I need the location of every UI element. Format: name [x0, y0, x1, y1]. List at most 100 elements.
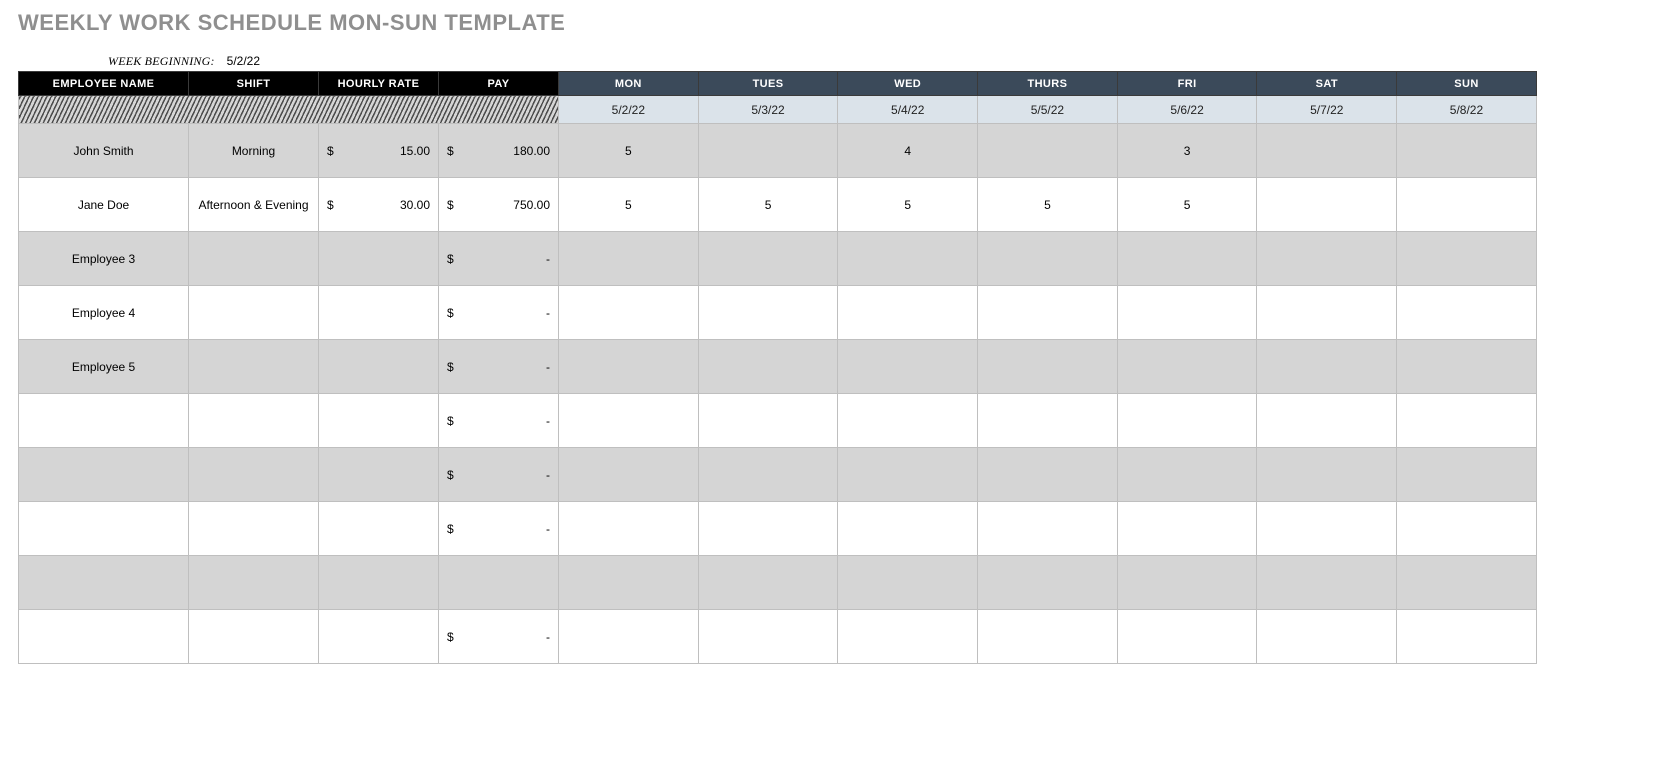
cell-hourly-rate[interactable]: $15.00	[319, 124, 439, 178]
cell-hours-day6[interactable]	[1397, 610, 1537, 664]
cell-hours-day3[interactable]	[978, 124, 1118, 178]
cell-hours-day3[interactable]	[978, 232, 1118, 286]
cell-hours-day0[interactable]	[559, 502, 699, 556]
cell-hours-day0[interactable]	[559, 556, 699, 610]
cell-employee-name[interactable]: Jane Doe	[19, 178, 189, 232]
cell-hourly-rate[interactable]	[319, 610, 439, 664]
cell-hours-day2[interactable]	[838, 340, 978, 394]
cell-employee-name[interactable]	[19, 394, 189, 448]
cell-hours-day1[interactable]	[698, 124, 838, 178]
cell-hours-day5[interactable]	[1257, 448, 1397, 502]
cell-hours-day5[interactable]	[1257, 340, 1397, 394]
cell-hours-day0[interactable]: 5	[559, 178, 699, 232]
cell-hourly-rate[interactable]	[319, 502, 439, 556]
cell-hours-day6[interactable]	[1397, 394, 1537, 448]
cell-hourly-rate[interactable]	[319, 556, 439, 610]
cell-pay[interactable]: $-	[439, 610, 559, 664]
cell-hours-day5[interactable]	[1257, 286, 1397, 340]
cell-hours-day6[interactable]	[1397, 178, 1537, 232]
cell-hours-day0[interactable]	[559, 232, 699, 286]
cell-hours-day3[interactable]	[978, 340, 1118, 394]
cell-pay[interactable]: $-	[439, 232, 559, 286]
cell-pay[interactable]: $-	[439, 448, 559, 502]
cell-hours-day6[interactable]	[1397, 232, 1537, 286]
cell-hours-day4[interactable]	[1117, 286, 1257, 340]
cell-hourly-rate[interactable]	[319, 232, 439, 286]
cell-hours-day4[interactable]	[1117, 502, 1257, 556]
cell-pay[interactable]: $-	[439, 502, 559, 556]
cell-hours-day6[interactable]	[1397, 502, 1537, 556]
cell-hours-day5[interactable]	[1257, 124, 1397, 178]
cell-hours-day3[interactable]	[978, 394, 1118, 448]
cell-hours-day3[interactable]	[978, 502, 1118, 556]
cell-hours-day1[interactable]	[698, 232, 838, 286]
cell-employee-name[interactable]: Employee 5	[19, 340, 189, 394]
cell-employee-name[interactable]: John Smith	[19, 124, 189, 178]
cell-hours-day5[interactable]	[1257, 556, 1397, 610]
cell-hours-day2[interactable]	[838, 286, 978, 340]
cell-shift[interactable]	[189, 232, 319, 286]
cell-hours-day6[interactable]	[1397, 340, 1537, 394]
cell-hours-day2[interactable]: 5	[838, 178, 978, 232]
week-beginning-value[interactable]: 5/2/22	[227, 54, 260, 68]
cell-hourly-rate[interactable]	[319, 394, 439, 448]
cell-employee-name[interactable]	[19, 502, 189, 556]
cell-hours-day3[interactable]: 5	[978, 178, 1118, 232]
cell-shift[interactable]	[189, 286, 319, 340]
cell-hours-day2[interactable]: 4	[838, 124, 978, 178]
cell-hours-day2[interactable]	[838, 448, 978, 502]
cell-hours-day1[interactable]	[698, 286, 838, 340]
cell-hours-day2[interactable]	[838, 502, 978, 556]
cell-hours-day5[interactable]	[1257, 232, 1397, 286]
cell-shift[interactable]	[189, 394, 319, 448]
cell-shift[interactable]	[189, 610, 319, 664]
cell-employee-name[interactable]	[19, 556, 189, 610]
cell-hours-day3[interactable]	[978, 448, 1118, 502]
cell-hours-day0[interactable]: 5	[559, 124, 699, 178]
cell-hourly-rate[interactable]	[319, 286, 439, 340]
cell-pay[interactable]	[439, 556, 559, 610]
cell-hours-day1[interactable]	[698, 610, 838, 664]
cell-hours-day4[interactable]	[1117, 394, 1257, 448]
cell-hours-day4[interactable]	[1117, 340, 1257, 394]
cell-hours-day2[interactable]	[838, 610, 978, 664]
cell-hours-day4[interactable]: 3	[1117, 124, 1257, 178]
cell-hours-day1[interactable]	[698, 394, 838, 448]
cell-hours-day5[interactable]	[1257, 610, 1397, 664]
cell-hours-day6[interactable]	[1397, 286, 1537, 340]
cell-hourly-rate[interactable]: $30.00	[319, 178, 439, 232]
cell-employee-name[interactable]: Employee 4	[19, 286, 189, 340]
cell-pay[interactable]: $750.00	[439, 178, 559, 232]
cell-employee-name[interactable]: Employee 3	[19, 232, 189, 286]
cell-hours-day0[interactable]	[559, 448, 699, 502]
cell-hours-day4[interactable]	[1117, 232, 1257, 286]
cell-hours-day4[interactable]	[1117, 610, 1257, 664]
cell-shift[interactable]	[189, 340, 319, 394]
cell-hours-day1[interactable]	[698, 556, 838, 610]
cell-shift[interactable]: Morning	[189, 124, 319, 178]
cell-shift[interactable]	[189, 448, 319, 502]
cell-hours-day1[interactable]: 5	[698, 178, 838, 232]
cell-hours-day4[interactable]: 5	[1117, 178, 1257, 232]
cell-hours-day1[interactable]	[698, 502, 838, 556]
cell-hours-day2[interactable]	[838, 556, 978, 610]
cell-hours-day0[interactable]	[559, 610, 699, 664]
cell-hours-day5[interactable]	[1257, 502, 1397, 556]
cell-pay[interactable]: $-	[439, 286, 559, 340]
cell-hours-day5[interactable]	[1257, 394, 1397, 448]
cell-hours-day0[interactable]	[559, 286, 699, 340]
cell-hourly-rate[interactable]	[319, 448, 439, 502]
cell-pay[interactable]: $-	[439, 394, 559, 448]
cell-employee-name[interactable]	[19, 448, 189, 502]
cell-hours-day2[interactable]	[838, 394, 978, 448]
cell-hourly-rate[interactable]	[319, 340, 439, 394]
cell-hours-day6[interactable]	[1397, 124, 1537, 178]
cell-shift[interactable]	[189, 502, 319, 556]
cell-hours-day2[interactable]	[838, 232, 978, 286]
cell-hours-day3[interactable]	[978, 556, 1118, 610]
cell-hours-day5[interactable]	[1257, 178, 1397, 232]
cell-pay[interactable]: $-	[439, 340, 559, 394]
cell-employee-name[interactable]	[19, 610, 189, 664]
cell-hours-day0[interactable]	[559, 340, 699, 394]
cell-hours-day6[interactable]	[1397, 448, 1537, 502]
